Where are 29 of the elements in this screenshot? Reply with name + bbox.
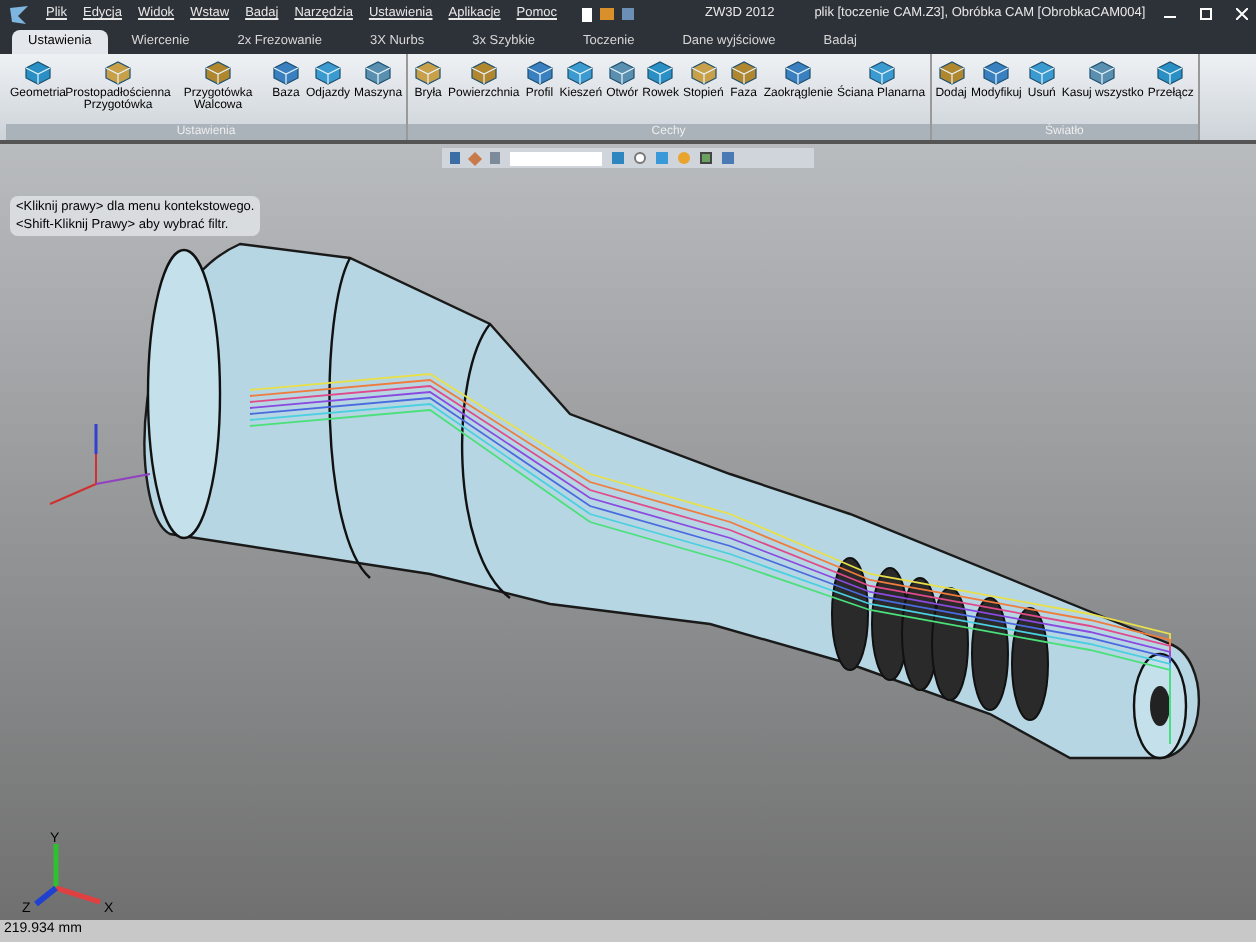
tool-icon [412,58,445,86]
tool-icon [270,58,303,86]
tool-icon [1154,58,1187,86]
x-axis-line [55,885,101,905]
maximize-button[interactable] [1200,8,1212,20]
tool-icon [1025,58,1058,86]
close-icon[interactable] [1236,8,1248,20]
tool-icon [202,58,235,86]
tool-icon [523,58,556,86]
tool-icon [935,58,968,86]
tool-icon [687,58,720,86]
tool-icon [467,58,500,86]
tool-icon [782,58,815,86]
new-file-icon[interactable] [581,7,591,21]
tool-icon [727,58,760,86]
tool-icon [980,58,1013,86]
tool-icon [564,58,597,86]
tool-icon [312,58,345,86]
z-axis-line [34,885,58,907]
tool-icon [606,58,639,86]
tool-icon [865,58,898,86]
tool-icon [102,58,135,86]
tool-icon [644,58,677,86]
filter-field[interactable] [510,151,602,165]
tool-icon [362,58,395,86]
y-axis-line [53,844,59,888]
tool-icon [1086,58,1119,86]
frame-icon[interactable] [700,152,712,164]
tool-icon [22,58,54,86]
